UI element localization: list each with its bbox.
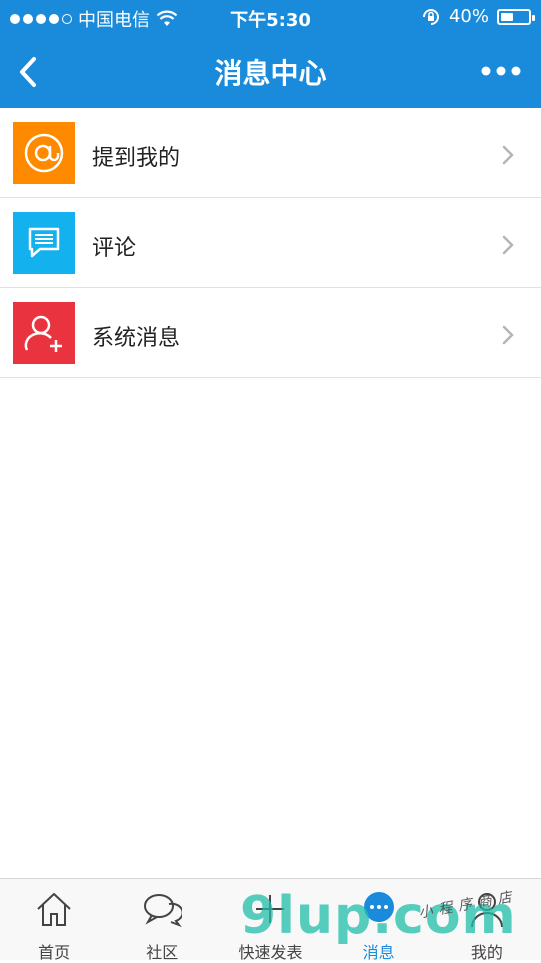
message-icon (363, 892, 394, 922)
more-options-icon[interactable] (481, 64, 521, 78)
plus-icon (256, 895, 285, 923)
message-list: 提到我的 评论 系统消息 (0, 108, 541, 378)
mentions-label: 提到我的 (92, 146, 181, 171)
chevron-right-icon (502, 325, 514, 345)
comments-label: 评论 (92, 236, 137, 261)
tab-home-label: 首页 (38, 943, 71, 962)
list-item-comments[interactable]: 评论 (0, 198, 541, 288)
battery-icon (497, 8, 535, 25)
at-icon (13, 122, 75, 184)
tab-messages-label: 消息 (362, 943, 395, 962)
add-user-icon (13, 302, 75, 364)
tab-community-label: 社区 (146, 943, 179, 962)
system-messages-label: 系统消息 (92, 326, 181, 351)
status-bar: 中国电信 下午5:30 40% (0, 0, 541, 36)
chevron-right-icon (502, 145, 514, 165)
tab-messages[interactable]: 消息 (325, 879, 433, 962)
tab-community[interactable]: 社区 (108, 879, 216, 962)
comment-icon (13, 212, 75, 274)
rotation-lock-icon (422, 8, 439, 25)
tab-profile-label: 我的 (470, 943, 503, 962)
tab-profile[interactable]: 我的 (433, 879, 541, 962)
status-right: 40% (421, 6, 535, 27)
tab-bar: 首页 社区 快速发表 消息 我的 (0, 878, 541, 962)
tab-home[interactable]: 首页 (0, 879, 108, 962)
user-icon (470, 893, 503, 928)
navigation-bar: 消息中心 (0, 36, 541, 108)
list-item-system-messages[interactable]: 系统消息 (0, 288, 541, 378)
home-icon (37, 893, 71, 926)
tab-quick-post[interactable]: 快速发表 (216, 879, 324, 962)
chat-bubbles-icon (144, 894, 183, 928)
page-title: 消息中心 (214, 57, 327, 90)
chevron-right-icon (502, 235, 514, 255)
list-item-mentions[interactable]: 提到我的 (0, 108, 541, 198)
tab-quick-post-label: 快速发表 (238, 943, 303, 962)
battery-percent: 40% (448, 6, 489, 27)
